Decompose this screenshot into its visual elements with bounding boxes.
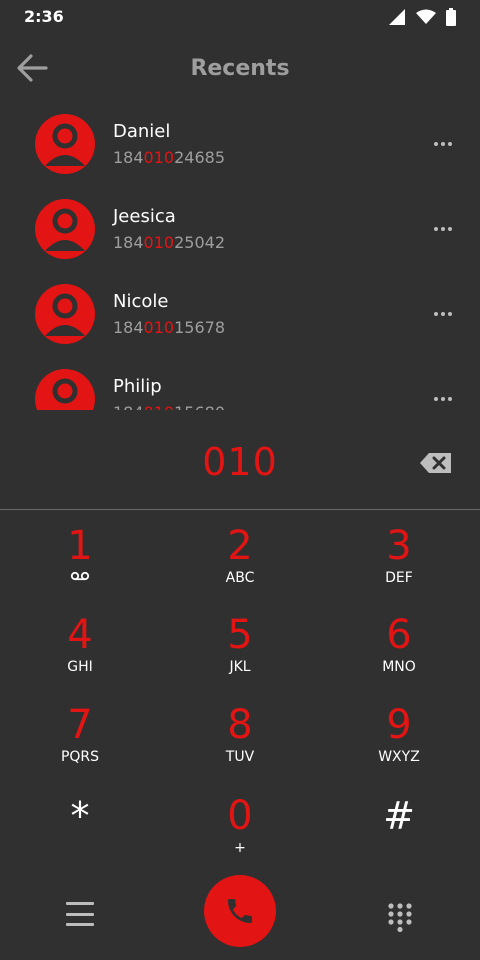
- key-9[interactable]: 9 WXYZ: [339, 703, 459, 787]
- key-digit: 3: [386, 523, 412, 569]
- status-bar: 2:36: [0, 0, 480, 34]
- number-match: 010: [143, 233, 175, 252]
- number-prefix: 184: [113, 403, 144, 410]
- more-options-button[interactable]: [434, 389, 452, 409]
- contact-number: 18401015680: [113, 403, 225, 410]
- page-title: Recents: [190, 56, 290, 81]
- key-letters: [20, 570, 140, 586]
- number-suffix: 25042: [174, 233, 225, 252]
- number-match: 010: [144, 403, 175, 410]
- list-item[interactable]: Daniel 18401024685: [0, 104, 480, 189]
- list-item[interactable]: Philip 18401015680: [0, 359, 480, 410]
- list-item[interactable]: Jeesica 18401025042: [0, 189, 480, 274]
- number-prefix: 184: [113, 233, 144, 252]
- key-digit: *: [70, 794, 90, 838]
- avatar: [35, 284, 95, 344]
- number-suffix: 15680: [174, 403, 225, 410]
- call-button[interactable]: [204, 875, 276, 947]
- key-letters: [20, 840, 140, 856]
- key-letters: [339, 840, 459, 856]
- dialed-number: 010: [202, 440, 278, 484]
- key-digit: 1: [67, 523, 93, 569]
- app-bar: Recents: [0, 34, 480, 104]
- key-digit: 0: [227, 793, 253, 839]
- status-icons: [388, 8, 456, 26]
- more-options-button[interactable]: [434, 134, 452, 154]
- key-letters: JKL: [229, 659, 251, 675]
- recents-list: Daniel 18401024685 Jeesica 18401025042 N…: [0, 104, 480, 410]
- person-icon: [45, 208, 85, 251]
- number-prefix: 184: [113, 318, 144, 337]
- voicemail-icon: [70, 571, 90, 581]
- menu-icon[interactable]: [66, 902, 94, 926]
- key-digit: 6: [386, 612, 412, 658]
- contact-number: 18401015678: [113, 318, 225, 337]
- number-match: 010: [143, 318, 175, 337]
- signal-icon: [389, 9, 405, 25]
- key-8[interactable]: 8 TUV: [180, 703, 300, 787]
- key-7[interactable]: 7 PQRS: [20, 703, 140, 787]
- dialpad-toggle-button[interactable]: [387, 902, 413, 933]
- key-2[interactable]: 2 ABC: [180, 524, 300, 608]
- key-digit: 7: [67, 702, 93, 748]
- number-match: 010: [143, 148, 175, 167]
- contact-name: Philip: [113, 376, 162, 397]
- key-6[interactable]: 6 MNO: [339, 613, 459, 697]
- avatar: [35, 199, 95, 259]
- number-suffix: 24685: [174, 148, 225, 167]
- avatar: [35, 369, 95, 410]
- person-icon: [52, 378, 78, 404]
- divider: [0, 509, 480, 510]
- key-letters: MNO: [382, 659, 416, 675]
- key-3[interactable]: 3 DEF: [339, 524, 459, 608]
- key-letters: PQRS: [60, 749, 100, 765]
- status-time: 2:36: [24, 7, 64, 26]
- contact-name: Daniel: [113, 121, 171, 142]
- battery-icon: [446, 8, 456, 26]
- contact-number: 18401025042: [113, 233, 225, 252]
- person-icon: [45, 293, 85, 336]
- contact-name: Nicole: [113, 291, 169, 312]
- list-item[interactable]: Nicole 18401015678: [0, 274, 480, 359]
- key-letters: +: [234, 840, 246, 856]
- dialpad-icon: [388, 903, 412, 933]
- key-letters: TUV: [225, 749, 255, 765]
- key-digit: 2: [227, 523, 253, 569]
- key-digit: 9: [386, 702, 412, 748]
- wifi-icon: [416, 9, 436, 24]
- key-hash[interactable]: #: [339, 794, 459, 878]
- key-1[interactable]: 1: [20, 524, 140, 608]
- key-digit: 8: [227, 702, 253, 748]
- avatar: [35, 114, 95, 174]
- key-5[interactable]: 5 JKL: [180, 613, 300, 697]
- number-suffix: 15678: [174, 318, 225, 337]
- contact-name: Jeesica: [113, 206, 176, 227]
- contact-number: 18401024685: [113, 148, 225, 167]
- backspace-icon: [420, 453, 451, 473]
- key-letters: GHI: [67, 659, 93, 675]
- backspace-button[interactable]: [419, 451, 453, 475]
- key-letters: DEF: [385, 570, 413, 586]
- more-options-button[interactable]: [434, 219, 452, 239]
- key-0[interactable]: 0 +: [180, 794, 300, 878]
- more-options-button[interactable]: [434, 304, 452, 324]
- key-digit: 5: [227, 612, 253, 658]
- person-icon: [45, 123, 85, 166]
- key-4[interactable]: 4 GHI: [20, 613, 140, 697]
- key-letters: WXYZ: [378, 749, 420, 765]
- key-digit: #: [383, 794, 415, 838]
- key-star[interactable]: *: [20, 794, 140, 878]
- key-letters: ABC: [225, 570, 255, 586]
- key-digit: 4: [67, 612, 93, 658]
- phone-icon: [228, 899, 252, 923]
- number-prefix: 184: [113, 148, 144, 167]
